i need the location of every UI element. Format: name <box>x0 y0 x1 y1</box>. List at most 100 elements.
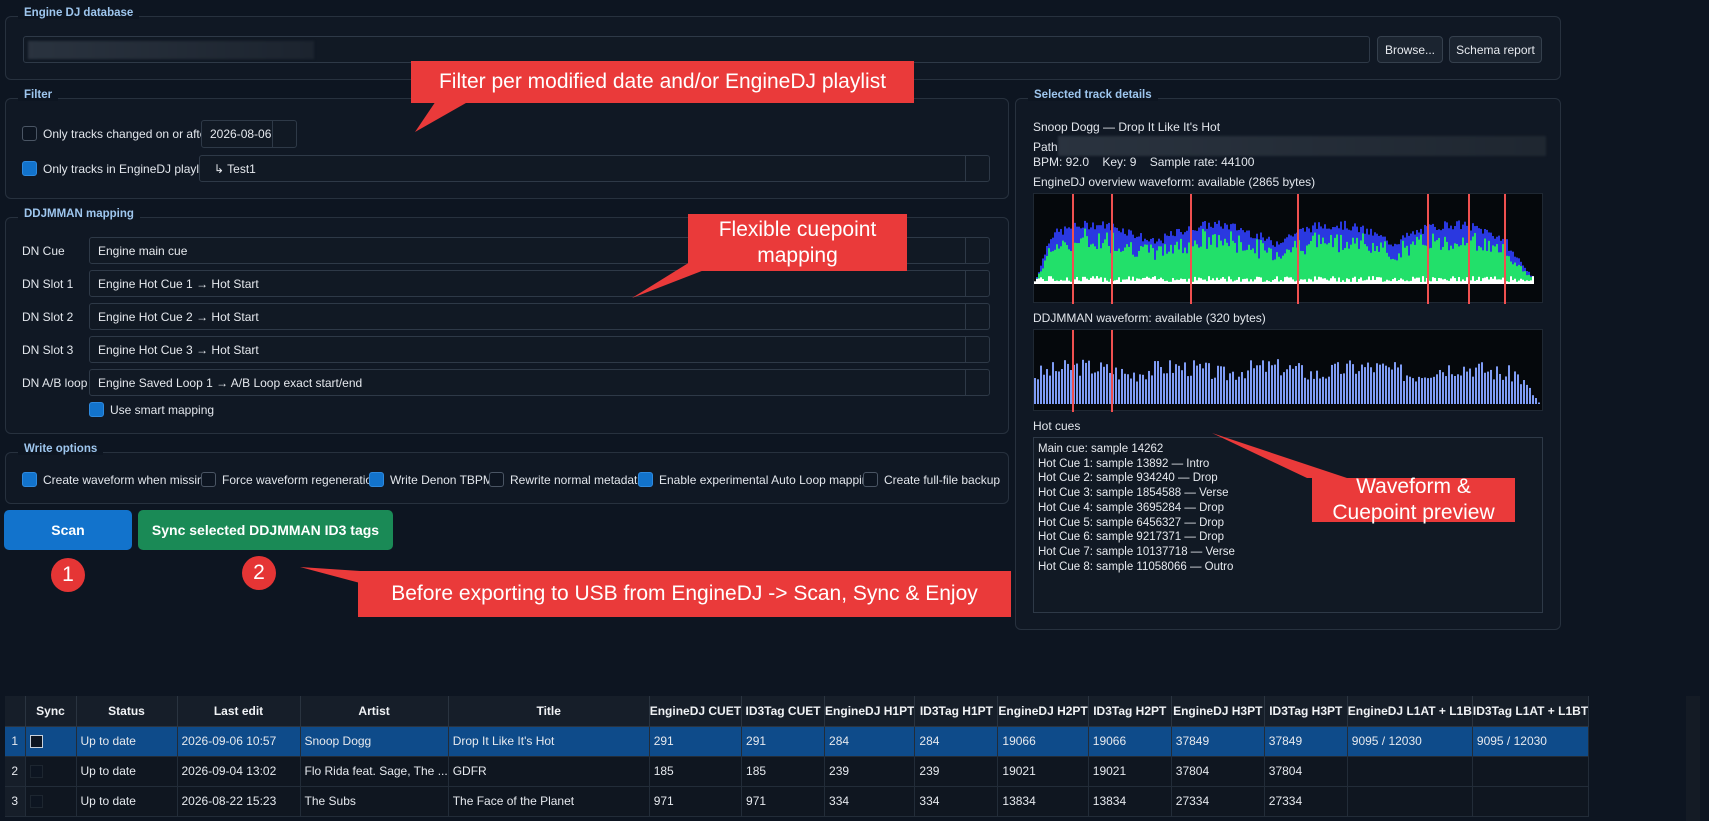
ddj-wave-bar <box>1262 360 1264 404</box>
wave-bar-green <box>1084 228 1086 282</box>
wave-bar-white <box>1402 279 1404 284</box>
wave-bar-white <box>1392 279 1394 284</box>
ddj-wave-bar <box>1466 371 1468 404</box>
table-cell: 2026-09-04 13:02 <box>177 756 301 787</box>
wave-bar-white <box>1188 278 1190 284</box>
ddj-wave-bar <box>1400 364 1402 404</box>
mapping-select-loop[interactable]: Engine Saved Loop 1 → A/B Loop exact sta… <box>89 369 990 396</box>
wave-bar-white <box>1156 279 1158 284</box>
opt-auto-loop-checkbox[interactable] <box>638 472 653 487</box>
wave-bar-white <box>1460 281 1462 284</box>
date-filter-checkbox[interactable] <box>22 126 37 141</box>
col-header-engine-h3pt[interactable]: EngineDJ H3PT <box>1171 696 1265 727</box>
ddj-wave-bar <box>1139 374 1141 404</box>
wave-bar-white <box>1458 277 1460 284</box>
chevron-down-icon[interactable] <box>965 304 989 329</box>
wave-bar-green <box>1092 243 1094 282</box>
wave-bar-green <box>1374 251 1376 282</box>
col-header-id3-cuet[interactable]: ID3Tag CUET <box>741 696 826 727</box>
wave-bar-green <box>1130 242 1132 282</box>
wave-bar-white <box>1068 280 1070 284</box>
col-header-engine-h1pt[interactable]: EngineDJ H1PT <box>824 696 916 727</box>
wave-bar-green <box>1316 247 1318 282</box>
opt-denon-tbpm-checkbox[interactable] <box>369 472 384 487</box>
wave-bar-green <box>1102 243 1104 282</box>
chevron-down-icon[interactable] <box>965 370 989 395</box>
col-header-engine-cuet[interactable]: EngineDJ CUET <box>649 696 743 727</box>
opt-backup-label: Create full-file backup <box>884 473 1001 487</box>
sync-checkbox[interactable] <box>29 735 43 749</box>
smart-mapping-checkbox[interactable] <box>89 402 104 417</box>
wave-bar-white <box>1262 281 1264 284</box>
chevron-down-icon[interactable] <box>965 337 989 362</box>
sync-checkbox[interactable] <box>29 765 43 779</box>
col-header-engine-h2pt[interactable]: EngineDJ H2PT <box>997 696 1089 727</box>
ddj-wave-bar <box>1157 361 1159 404</box>
col-header-last-edit[interactable]: Last edit <box>177 696 301 727</box>
date-picker-button[interactable] <box>272 121 296 147</box>
wave-bar-green <box>1268 247 1270 282</box>
mapping-select-slot1[interactable]: Engine Hot Cue 1 → Hot Start <box>89 270 990 297</box>
schema-report-button[interactable]: Schema report <box>1449 36 1542 63</box>
col-header-status[interactable]: Status <box>76 696 178 727</box>
wave-bar-white <box>1376 277 1378 284</box>
overview-waveform <box>1033 193 1543 304</box>
table-cell: 9095 / 12030 <box>1347 726 1473 757</box>
table-row[interactable]: 2 Up to date 2026-09-04 13:02 Flo Rida feat… <box>5 756 1590 787</box>
col-header-artist[interactable]: Artist <box>300 696 449 727</box>
mapping-select-slot2[interactable]: Engine Hot Cue 2 → Hot Start <box>89 303 990 330</box>
table-row[interactable]: 1 Up to date 2026-09-06 10:57 Snoop Dogg Dro… <box>5 726 1590 757</box>
opt-create-waveform-checkbox[interactable] <box>22 472 37 487</box>
col-header-id3-h1pt[interactable]: ID3Tag H1PT <box>914 696 999 727</box>
wave-bar-white <box>1356 281 1358 284</box>
wave-bar-white <box>1292 279 1294 284</box>
chevron-down-icon[interactable] <box>965 271 989 296</box>
col-header-title[interactable]: Title <box>448 696 650 727</box>
playlist-select[interactable]: ↳ Test1 <box>199 155 990 182</box>
col-header-sync[interactable]: Sync <box>25 696 77 727</box>
ddj-wave-bar <box>1454 376 1456 404</box>
sync-checkbox[interactable] <box>29 795 43 809</box>
opt-backup-checkbox[interactable] <box>863 472 878 487</box>
table-cell: GDFR <box>448 756 650 787</box>
db-path-field[interactable] <box>23 36 1370 63</box>
wave-bar-white <box>1244 278 1246 284</box>
opt-rewrite-metadata-checkbox[interactable] <box>489 472 504 487</box>
mapping-select-slot3[interactable]: Engine Hot Cue 3 → Hot Start <box>89 336 990 363</box>
sync-button[interactable]: Sync selected DDJMMAN ID3 tags <box>138 510 393 550</box>
wave-bar-green <box>1478 245 1480 282</box>
chevron-down-icon[interactable] <box>965 156 989 181</box>
sync-checkbox-cell[interactable] <box>25 756 77 787</box>
ddj-wave-bar <box>1346 363 1348 404</box>
wave-bar-white <box>1168 281 1170 284</box>
wave-bar-green <box>1302 250 1304 282</box>
wave-bar-green <box>1344 248 1346 282</box>
wave-bar-white <box>1276 276 1278 284</box>
wave-bar-white <box>1052 278 1054 284</box>
col-header-id3-loop[interactable]: ID3Tag L1AT + L1BT <box>1472 696 1590 727</box>
wave-bar-green <box>1210 244 1212 282</box>
wave-bar-white <box>1186 281 1188 284</box>
table-row[interactable]: 3 Up to date 2026-08-22 15:23 The Subs The F… <box>5 786 1590 817</box>
browse-button[interactable]: Browse... <box>1377 36 1443 63</box>
sync-checkbox-cell[interactable] <box>25 786 77 817</box>
col-header-engine-loop[interactable]: EngineDJ L1AT + L1B <box>1347 696 1473 727</box>
table-scrollbar[interactable] <box>1686 696 1700 821</box>
wave-bar-green <box>1192 246 1194 282</box>
ddj-wave-bar <box>1280 375 1282 404</box>
col-header-id3-h3pt[interactable]: ID3Tag H3PT <box>1264 696 1348 727</box>
table-cell: The Face of the Planet <box>448 786 650 817</box>
wave-bar-green <box>1176 241 1178 282</box>
ddj-wave-bar <box>1178 365 1180 404</box>
date-filter-input[interactable]: 2026-08-06 <box>201 120 297 148</box>
opt-force-waveform-checkbox[interactable] <box>201 472 216 487</box>
wave-bar-white <box>1254 279 1256 284</box>
wave-bar-white <box>1102 281 1104 284</box>
scan-button[interactable]: Scan <box>4 510 132 550</box>
playlist-filter-checkbox[interactable] <box>22 161 37 176</box>
corner-cell[interactable] <box>5 696 26 727</box>
sync-checkbox-cell[interactable] <box>25 726 77 757</box>
col-header-id3-h2pt[interactable]: ID3Tag H2PT <box>1088 696 1172 727</box>
chevron-down-icon[interactable] <box>965 238 989 263</box>
row-number: 1 <box>5 726 26 757</box>
